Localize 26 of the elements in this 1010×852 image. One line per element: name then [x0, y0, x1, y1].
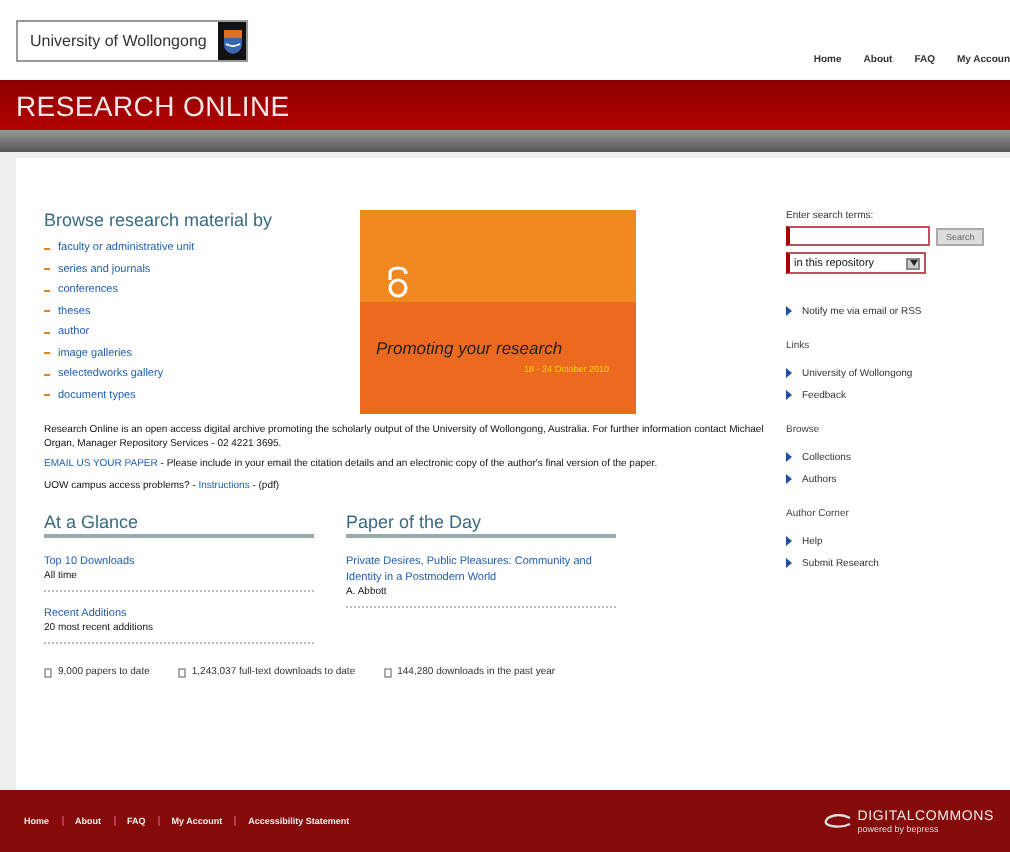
triangle-icon — [786, 306, 792, 316]
dash-icon — [44, 289, 50, 292]
triangle-icon — [786, 390, 792, 400]
browse-heading: Browse research material by — [44, 210, 275, 230]
triangle-icon — [786, 558, 792, 568]
site-title: RESEARCH ONLINE — [16, 89, 290, 121]
dash-icon — [44, 331, 50, 334]
dash-icon — [44, 373, 50, 376]
search-field[interactable] — [786, 226, 930, 246]
document-icon — [383, 667, 392, 677]
section-heading: Paper of the Day — [346, 512, 616, 538]
logo-text: University of Wollongong — [28, 32, 209, 50]
section-heading: At a Glance — [44, 512, 314, 538]
triangle-icon — [786, 368, 792, 378]
document-icon — [177, 667, 186, 677]
swoosh-icon — [823, 813, 852, 829]
crest-icon — [218, 22, 247, 60]
promo-headline: Promoting your research — [376, 338, 563, 358]
dropdown-arrow-icon[interactable] — [906, 257, 920, 269]
university-logo[interactable]: University of Wollongong — [16, 20, 249, 62]
triangle-icon — [786, 536, 792, 546]
open-lock-icon — [384, 266, 412, 298]
triangle-icon — [786, 474, 792, 484]
triangle-icon — [786, 452, 792, 462]
dash-icon — [44, 247, 50, 250]
document-icon — [44, 667, 52, 677]
